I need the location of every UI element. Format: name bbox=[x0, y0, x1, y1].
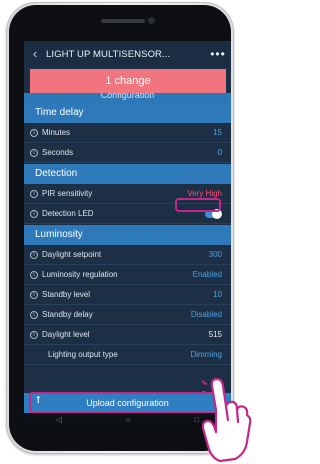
nav-back-icon[interactable]: ◁ bbox=[56, 415, 62, 424]
section-header-luminosity: Luminosity bbox=[24, 225, 231, 245]
setting-value: 300 bbox=[208, 250, 222, 259]
setting-row-lighting-output-type[interactable]: Lighting output type Dimming bbox=[24, 345, 231, 365]
setting-label: Lighting output type bbox=[48, 350, 118, 359]
info-icon[interactable]: i bbox=[30, 250, 38, 259]
setting-value: Very High bbox=[187, 189, 222, 198]
tapping-hand-icon bbox=[202, 377, 252, 463]
page: ‹ LIGHT UP MULTISENSOR... ••• Configurat… bbox=[0, 0, 252, 464]
setting-row-standby-delay[interactable]: i Standby delay Disabled bbox=[24, 305, 231, 325]
setting-value: Disabled bbox=[190, 310, 222, 319]
nav-home-icon[interactable]: ○ bbox=[126, 415, 131, 424]
speaker-grille bbox=[101, 19, 145, 23]
setting-row-luminosity-regulation[interactable]: i Luminosity regulation Enabled bbox=[24, 265, 231, 285]
more-horizontal-icon[interactable]: ••• bbox=[205, 47, 231, 61]
info-icon[interactable]: i bbox=[30, 189, 38, 198]
setting-label: Daylight level bbox=[42, 330, 90, 339]
pir-value-highlight bbox=[175, 198, 221, 212]
page-title: LIGHT UP MULTISENSOR... bbox=[46, 48, 171, 60]
setting-row-seconds[interactable]: i Seconds 0 bbox=[24, 143, 231, 163]
android-nav-bar: ◁ ○ □ bbox=[24, 413, 231, 426]
setting-label: PIR sensitivity bbox=[42, 189, 93, 198]
section-header-detection: Detection bbox=[24, 164, 231, 184]
phone-frame: ‹ LIGHT UP MULTISENSOR... ••• Configurat… bbox=[6, 2, 234, 454]
setting-value: 10 bbox=[213, 290, 222, 299]
setting-row-daylight-level: i Daylight level 515 bbox=[24, 325, 231, 345]
setting-row-daylight-setpoint[interactable]: i Daylight setpoint 300 bbox=[24, 245, 231, 265]
setting-label: Standby level bbox=[42, 290, 91, 299]
setting-value: 515 bbox=[208, 330, 222, 339]
section-header-time-delay: Time delay bbox=[24, 103, 231, 123]
info-icon[interactable]: i bbox=[30, 330, 38, 339]
front-camera bbox=[148, 17, 155, 24]
setting-row-minutes[interactable]: i Minutes 15 bbox=[24, 123, 231, 143]
info-icon[interactable]: i bbox=[30, 148, 38, 157]
setting-label: Luminosity regulation bbox=[42, 270, 118, 279]
info-icon[interactable]: i bbox=[30, 128, 38, 137]
info-icon[interactable]: i bbox=[30, 310, 38, 319]
setting-value: Dimming bbox=[190, 350, 222, 359]
setting-value: 0 bbox=[217, 148, 222, 157]
setting-label: Standby delay bbox=[42, 310, 93, 319]
setting-label: Minutes bbox=[42, 128, 71, 137]
chevron-left-icon[interactable]: ‹ bbox=[24, 41, 46, 67]
info-icon[interactable]: i bbox=[30, 270, 38, 279]
info-icon[interactable]: i bbox=[30, 209, 38, 218]
upload-button-highlight bbox=[29, 392, 225, 414]
pending-changes-banner[interactable]: 1 change bbox=[30, 69, 226, 93]
configuration-heading: Configuration bbox=[24, 93, 231, 103]
phone-screen: ‹ LIGHT UP MULTISENSOR... ••• Configurat… bbox=[24, 41, 231, 426]
setting-row-standby-level[interactable]: i Standby level 10 bbox=[24, 285, 231, 305]
app-bar: ‹ LIGHT UP MULTISENSOR... ••• bbox=[24, 41, 231, 67]
setting-label: Seconds bbox=[42, 148, 74, 157]
setting-value: Enabled bbox=[192, 270, 222, 279]
setting-value: 15 bbox=[213, 128, 222, 137]
phone-bezel: ‹ LIGHT UP MULTISENSOR... ••• Configurat… bbox=[9, 5, 231, 451]
info-icon[interactable]: i bbox=[30, 290, 38, 299]
setting-label: Daylight setpoint bbox=[42, 250, 102, 259]
nav-recents-icon[interactable]: □ bbox=[194, 415, 199, 424]
